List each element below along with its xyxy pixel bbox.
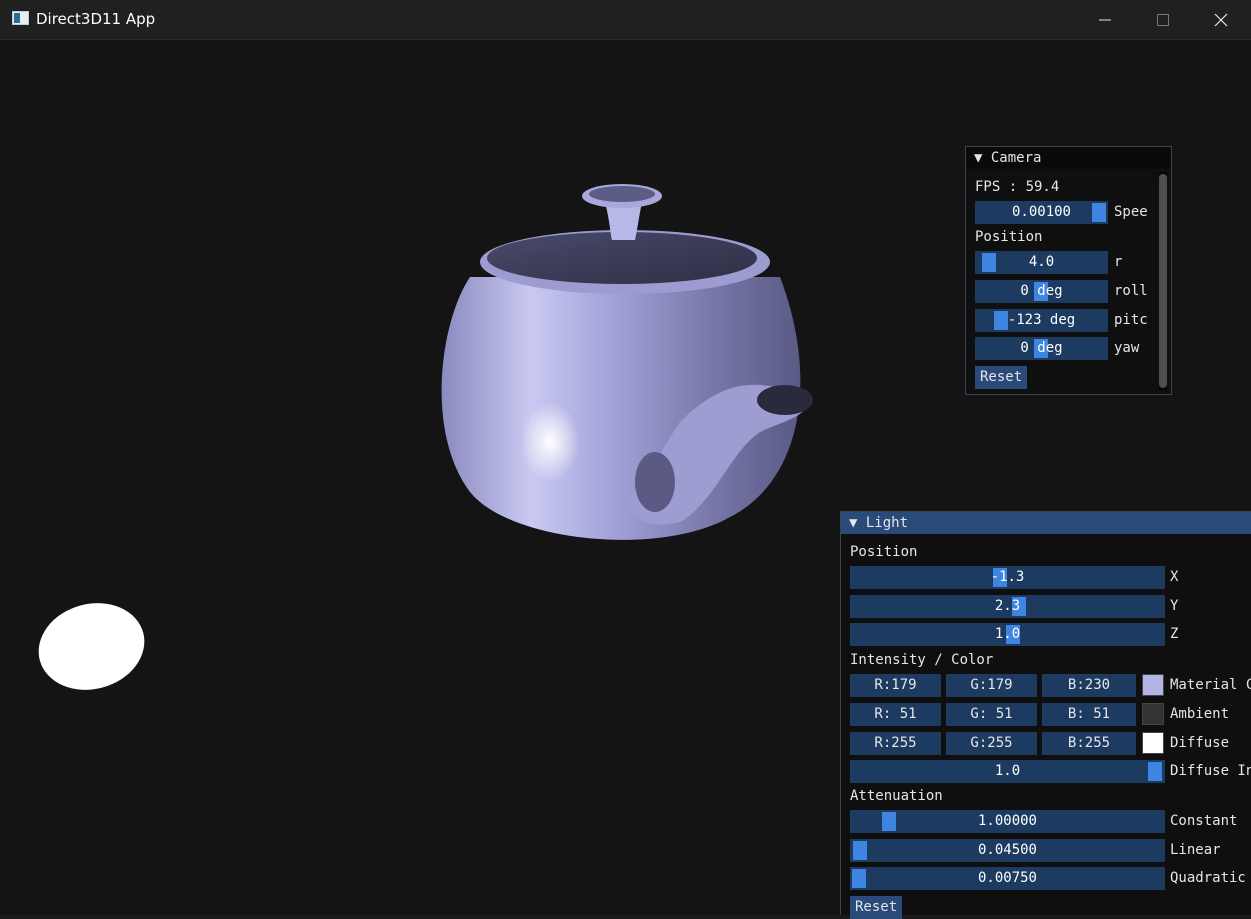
linear-value: 0.04500 (977, 842, 1037, 858)
light-window[interactable]: ▼ Light Position -1.3 X 2.3 Y 1.0 Z Inte… (840, 511, 1251, 919)
diffuse-g-field[interactable]: G:255 (946, 732, 1037, 755)
camera-scrollbar-thumb[interactable] (1159, 174, 1167, 388)
roll-label: roll (1114, 283, 1148, 299)
ambient-label: Ambient (1170, 706, 1230, 722)
light-z-slider[interactable]: 1.0 (850, 623, 1165, 646)
constant-label: Constant (1170, 813, 1238, 829)
ambient-b-field[interactable]: B: 51 (1042, 703, 1136, 726)
light-z-value: 1.0 (994, 626, 1021, 642)
linear-slider[interactable]: 0.04500 (850, 839, 1165, 862)
pitch-value: -123 deg (1007, 312, 1076, 328)
roll-slider[interactable]: 0 deg (975, 280, 1108, 303)
intensity-color-header: Intensity / Color (850, 652, 994, 668)
radius-label: r (1114, 254, 1123, 270)
material-r-field[interactable]: R:179 (850, 674, 941, 697)
camera-reset-button[interactable]: Reset (975, 366, 1028, 389)
light-window-title[interactable]: ▼ Light (841, 512, 1251, 534)
minimize-icon (1099, 19, 1111, 20)
title-bar[interactable]: Direct3D11 App (0, 0, 1251, 40)
camera-window-title[interactable]: ▼ Camera (966, 147, 1171, 169)
pitch-label: pitc (1114, 312, 1148, 328)
yaw-label: yaw (1114, 340, 1140, 356)
teapot-model (441, 184, 813, 540)
light-position-header: Position (850, 544, 918, 560)
ambient-r-field[interactable]: R: 51 (850, 703, 941, 726)
collapse-arrow-icon[interactable]: ▼ (974, 150, 982, 166)
light-title-label: Light (865, 515, 909, 531)
material-color-swatch[interactable] (1142, 674, 1164, 696)
collapse-arrow-icon[interactable]: ▼ (849, 515, 857, 531)
light-y-label: Y (1170, 598, 1179, 614)
radius-slider[interactable]: 4.0 (975, 251, 1108, 274)
window-title: Direct3D11 App (36, 10, 156, 28)
maximize-button[interactable] (1134, 0, 1192, 39)
camera-scrollbar[interactable] (1159, 172, 1167, 390)
ambient-g-field[interactable]: G: 51 (946, 703, 1037, 726)
quadratic-value: 0.00750 (977, 870, 1037, 886)
minimize-button[interactable] (1076, 0, 1134, 39)
diffuse-intensity-slider[interactable]: 1.0 (850, 760, 1165, 783)
light-y-value: 2.3 (994, 598, 1021, 614)
diffuse-label: Diffuse (1170, 735, 1230, 751)
pitch-slider[interactable]: -123 deg (975, 309, 1108, 332)
diffuse-intensity-value: 1.0 (994, 763, 1021, 779)
light-x-value: -1.3 (990, 569, 1025, 585)
yaw-value: 0 deg (1020, 340, 1063, 356)
light-x-label: X (1170, 569, 1179, 585)
quadratic-label: Quadratic (1170, 870, 1246, 886)
diffuse-intensity-label: Diffuse In (1170, 763, 1251, 779)
camera-title-label: Camera (990, 150, 1042, 166)
app-icon (12, 11, 29, 25)
constant-slider[interactable]: 1.00000 (850, 810, 1165, 833)
diffuse-color-swatch[interactable] (1142, 732, 1164, 754)
light-z-label: Z (1170, 626, 1179, 642)
ambient-color-swatch[interactable] (1142, 703, 1164, 725)
camera-window[interactable]: ▼ Camera FPS : 59.4 0.00100 Spee Positio… (965, 146, 1172, 395)
light-x-slider[interactable]: -1.3 (850, 566, 1165, 589)
quadratic-slider[interactable]: 0.00750 (850, 867, 1165, 890)
radius-value: 4.0 (1028, 254, 1055, 270)
diffuse-r-field[interactable]: R:255 (850, 732, 941, 755)
light-y-slider[interactable]: 2.3 (850, 595, 1165, 618)
speed-value: 0.00100 (1011, 204, 1071, 220)
constant-value: 1.00000 (977, 813, 1037, 829)
light-reset-button[interactable]: Reset (850, 896, 903, 919)
linear-label: Linear (1170, 842, 1221, 858)
close-button[interactable] (1192, 0, 1250, 39)
material-g-field[interactable]: G:179 (946, 674, 1037, 697)
camera-position-header: Position (975, 229, 1043, 245)
material-color-label: Material C (1170, 677, 1251, 693)
close-icon (1214, 13, 1228, 26)
speed-slider[interactable]: 0.00100 (975, 201, 1108, 224)
maximize-icon (1157, 13, 1169, 26)
diffuse-b-field[interactable]: B:255 (1042, 732, 1136, 755)
material-b-field[interactable]: B:230 (1042, 674, 1136, 697)
roll-value: 0 deg (1020, 283, 1063, 299)
yaw-slider[interactable]: 0 deg (975, 337, 1108, 360)
speed-label: Spee (1114, 204, 1148, 220)
attenuation-header: Attenuation (850, 788, 943, 804)
fps-readout: FPS : 59.4 (975, 179, 1060, 195)
